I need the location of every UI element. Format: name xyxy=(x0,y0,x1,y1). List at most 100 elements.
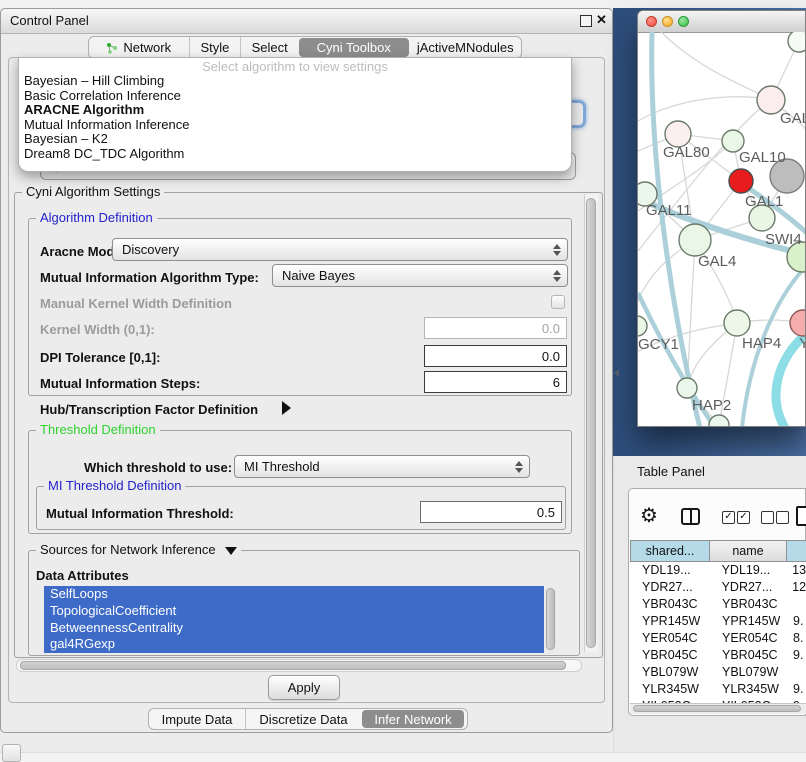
algorithm-option[interactable]: Bayesian – K2 xyxy=(19,132,571,147)
network-canvas-svg[interactable]: GALGAL80GAL10GAL11GAL1SWI4GAL4GCY1HAP4YH… xyxy=(638,32,806,427)
column-header-clipped[interactable]: A xyxy=(787,540,806,562)
data-attributes-label: Data Attributes xyxy=(36,568,129,583)
aracne-mode-combo[interactable]: Discovery xyxy=(112,238,568,261)
table-cell: YLR345W xyxy=(630,682,710,696)
column-header-name[interactable]: name xyxy=(710,540,787,562)
table-cell: 9. xyxy=(787,682,803,696)
network-window-titlebar[interactable] xyxy=(638,11,805,33)
table-row[interactable]: YDL19...YDL19...13 xyxy=(630,562,806,579)
table-settings-gear-icon[interactable]: ⚙ xyxy=(640,505,658,527)
stepper-arrows-icon xyxy=(553,239,561,260)
network-node[interactable] xyxy=(679,224,711,256)
collapsed-arrow-icon[interactable] xyxy=(282,401,291,415)
tab-impute-data[interactable]: Impute Data xyxy=(149,709,245,729)
kernel-width-field[interactable]: 0.0 xyxy=(424,317,567,339)
table-cell: YLR345W xyxy=(710,682,787,696)
table-cell: YPR145W xyxy=(630,614,710,628)
settings-horizontal-scrollbar-thumb[interactable] xyxy=(20,661,566,670)
column-view-icon[interactable] xyxy=(681,508,700,525)
stepper-arrows-icon xyxy=(515,456,523,477)
algorithm-option[interactable]: ARACNE Algorithm xyxy=(19,103,571,118)
manual-kernel-label: Manual Kernel Width Definition xyxy=(40,296,232,311)
window-title: Control Panel xyxy=(10,9,89,33)
tab-cyni-toolbox-label: Cyni Toolbox xyxy=(317,40,391,55)
table-row[interactable]: YBL079WYBL079W xyxy=(630,663,806,680)
apply-button[interactable]: Apply xyxy=(268,675,340,700)
network-node-label: Y xyxy=(799,335,806,352)
tab-cyni-toolbox[interactable]: Cyni Toolbox xyxy=(299,38,408,57)
bottom-strip xyxy=(0,752,806,762)
table-cell: YDL19... xyxy=(630,563,710,577)
kernel-width-label: Kernel Width (0,1): xyxy=(40,322,155,337)
network-node-label: GAL1 xyxy=(745,193,783,210)
float-window-icon[interactable] xyxy=(580,15,592,27)
mi-threshold-title: MI Threshold Definition xyxy=(44,479,185,492)
dpi-tolerance-field[interactable]: 0.0 xyxy=(424,345,567,367)
select-all-icon[interactable]: ✓ xyxy=(737,511,750,524)
mi-type-combo[interactable]: Naive Bayes xyxy=(272,264,568,287)
tab-jactivemnodules-label: jActiveMNodules xyxy=(417,40,514,55)
sources-title[interactable]: Sources for Network Inference xyxy=(36,543,241,556)
table-cell: YER054C xyxy=(710,631,787,645)
mi-steps-label: Mutual Information Steps: xyxy=(40,376,200,391)
algorithm-option[interactable]: Basic Correlation Inference xyxy=(19,89,571,104)
network-node[interactable] xyxy=(729,169,753,193)
close-window-icon[interactable]: ✕ xyxy=(596,12,607,28)
tab-network[interactable]: Network xyxy=(89,37,189,58)
network-node[interactable] xyxy=(677,378,697,398)
network-node[interactable] xyxy=(638,316,647,336)
network-node[interactable] xyxy=(724,310,750,336)
network-node[interactable] xyxy=(788,32,806,52)
minimize-traffic-light-icon[interactable] xyxy=(662,16,673,27)
table-row[interactable]: YPR145WYPR145W9. xyxy=(630,613,806,630)
corner-button[interactable] xyxy=(2,744,21,762)
data-attribute-item[interactable]: TopologicalCoefficient xyxy=(44,603,544,620)
mi-steps-value: 6 xyxy=(553,375,560,390)
expanded-arrow-icon[interactable] xyxy=(225,547,237,555)
mi-steps-field[interactable]: 6 xyxy=(424,371,567,393)
table-cell: 9. xyxy=(787,614,803,628)
table-header: shared... name A xyxy=(630,540,806,562)
network-node[interactable] xyxy=(790,310,806,336)
table-cell: YBR045C xyxy=(710,648,787,662)
select-all-icon[interactable]: ✓ xyxy=(722,511,735,524)
table-horizontal-scrollbar-thumb[interactable] xyxy=(633,705,801,712)
settings-vertical-scrollbar-thumb[interactable] xyxy=(586,198,596,648)
dpi-tolerance-value: 0.0 xyxy=(542,349,560,364)
which-threshold-combo[interactable]: MI Threshold xyxy=(234,455,530,478)
deselect-all-icon[interactable] xyxy=(776,511,789,524)
tab-select[interactable]: Select xyxy=(240,37,298,58)
column-header-shared[interactable]: shared... xyxy=(630,540,710,562)
manual-kernel-checkbox[interactable] xyxy=(551,295,565,309)
table-row[interactable]: YER054CYER054C8. xyxy=(630,630,806,647)
attributes-list-scrollbar-thumb[interactable] xyxy=(546,588,555,650)
new-column-icon[interactable] xyxy=(796,506,806,526)
close-traffic-light-icon[interactable] xyxy=(646,16,657,27)
tab-discretize-data[interactable]: Discretize Data xyxy=(245,709,361,729)
table-row[interactable]: YLR345WYLR345W9. xyxy=(630,680,806,697)
panel-resize-arrow-icon[interactable] xyxy=(614,369,619,377)
data-attribute-item[interactable]: gal4RGexp xyxy=(44,636,544,653)
table-row[interactable]: YBR045CYBR045C9. xyxy=(630,646,806,663)
network-window: GALGAL80GAL10GAL11GAL1SWI4GAL4GCY1HAP4YH… xyxy=(637,10,806,427)
tab-infer-network[interactable]: Infer Network xyxy=(362,710,464,728)
algorithm-definition-title: Algorithm Definition xyxy=(36,211,157,224)
table-row[interactable]: YBR043CYBR043C xyxy=(630,596,806,613)
network-node-label: GAL10 xyxy=(739,149,786,166)
zoom-traffic-light-icon[interactable] xyxy=(678,16,689,27)
tab-jactivemnodules[interactable]: jActiveMNodules xyxy=(410,37,521,58)
tab-impute-data-label: Impute Data xyxy=(162,712,233,727)
bottom-tabs: Impute Data Discretize Data Infer Networ… xyxy=(148,708,468,730)
data-attribute-item[interactable]: SelfLoops xyxy=(44,586,544,603)
data-attribute-item[interactable]: BetweennessCentrality xyxy=(44,620,544,637)
algorithm-option[interactable]: Mutual Information Inference xyxy=(19,118,571,133)
network-node-label: GCY1 xyxy=(638,336,679,353)
algorithm-option[interactable]: Dream8 DC_TDC Algorithm xyxy=(19,147,571,162)
tab-style[interactable]: Style xyxy=(189,37,241,58)
table-row[interactable]: YDR27...YDR27...12 xyxy=(630,579,806,596)
deselect-all-icon[interactable] xyxy=(761,511,774,524)
algorithm-option[interactable]: Bayesian – Hill Climbing xyxy=(19,74,571,89)
data-attributes-list[interactable]: SelfLoopsTopologicalCoefficientBetweenne… xyxy=(44,586,544,653)
mi-threshold-field[interactable]: 0.5 xyxy=(420,501,562,523)
hub-definition-toggle[interactable]: Hub/Transcription Factor Definition xyxy=(40,402,258,417)
